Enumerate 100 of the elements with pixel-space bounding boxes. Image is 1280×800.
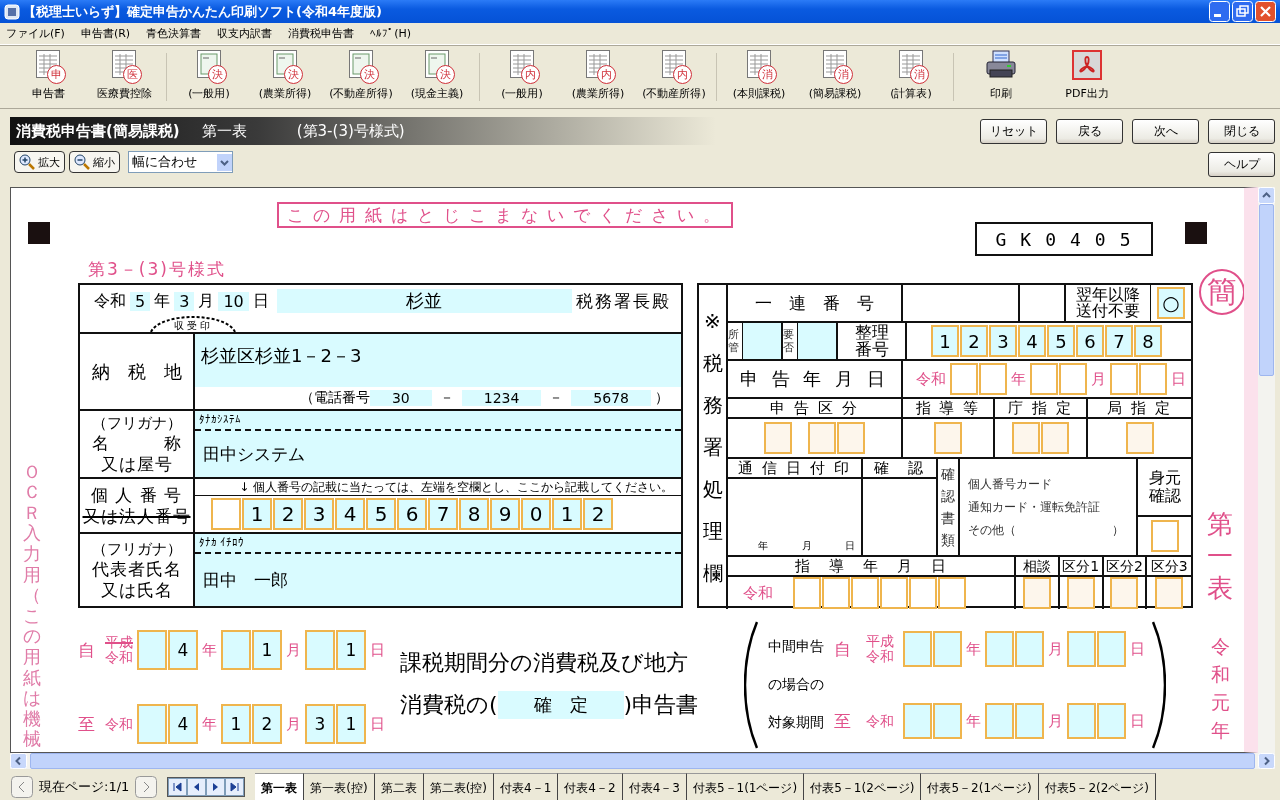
digit-box[interactable] (903, 703, 932, 739)
digit-box[interactable]: 3 (305, 704, 335, 744)
menu-item[interactable]: 申告書(R) (80, 26, 131, 41)
toolbar-button[interactable]: 内 (不動産所得) (636, 49, 712, 105)
digit-box[interactable] (903, 631, 932, 667)
digit-box[interactable]: 7 (1105, 325, 1133, 357)
digit-box[interactable]: 5 (1047, 325, 1075, 357)
tax-office-field[interactable]: 杉並 (276, 289, 572, 313)
zoom-in-button[interactable]: 拡大 (14, 151, 65, 173)
sheet-tab[interactable]: 第一表 (255, 773, 305, 800)
digit-box[interactable] (1097, 631, 1126, 667)
digit-box[interactable]: 1 (552, 498, 582, 530)
toolbar-button[interactable]: PDF出力 (1044, 49, 1130, 105)
sheet-tab[interactable]: 付表5－2(2ページ) (1038, 773, 1157, 800)
last-tab-icon[interactable] (225, 778, 245, 796)
toolbar-button[interactable]: 決 (農業所得) (247, 49, 323, 105)
close-icon[interactable] (1255, 1, 1276, 22)
date-field[interactable]: 10 (218, 291, 249, 311)
digit-box[interactable] (985, 703, 1014, 739)
sheet-tab[interactable]: 第二表 (374, 773, 424, 800)
address-field[interactable]: 杉並区杉並1－2－3 (195, 334, 681, 387)
digit-box[interactable]: 1 (221, 704, 251, 744)
help-button[interactable]: ヘルプ (1208, 152, 1275, 177)
furigana-field[interactable]: ﾀﾅｶｼｽﾃﾑ (195, 411, 681, 431)
minimize-icon[interactable] (1209, 1, 1230, 22)
toolbar-button[interactable]: 決 (現金主義) (399, 49, 475, 105)
digit-box[interactable]: 3 (304, 498, 334, 530)
date-field[interactable]: 3 (174, 291, 195, 311)
digit-box[interactable] (1015, 631, 1044, 667)
first-tab-icon[interactable] (168, 778, 188, 796)
next-tab-icon[interactable] (206, 778, 226, 796)
digit-box[interactable]: 1 (252, 630, 282, 670)
vertical-scrollbar[interactable] (1258, 187, 1275, 753)
phone-field[interactable]: 1234 (461, 390, 542, 406)
scroll-up-icon[interactable] (1258, 187, 1275, 204)
digit-box[interactable] (1015, 703, 1044, 739)
nav-button[interactable]: 戻る (1056, 119, 1123, 144)
menu-item[interactable]: 消費税申告書 (288, 26, 355, 41)
return-type-field[interactable]: 確 定 (497, 691, 624, 719)
digit-box[interactable] (1097, 703, 1126, 739)
menu-item[interactable]: 青色決算書 (146, 26, 202, 41)
toolbar-button[interactable]: 申 申告書 (10, 49, 86, 105)
zoom-select[interactable]: 幅に合わせ (128, 151, 233, 173)
menu-item[interactable]: ファイル(F) (6, 26, 65, 41)
digit-box[interactable] (1067, 631, 1096, 667)
digit-box[interactable]: 2 (252, 704, 282, 744)
phone-field[interactable]: 30 (369, 390, 432, 406)
no-send-box[interactable]: ○ (1157, 287, 1185, 319)
digit-box[interactable]: 7 (428, 498, 458, 530)
digit-box[interactable]: 0 (521, 498, 551, 530)
digit-box[interactable]: 8 (459, 498, 489, 530)
digit-box[interactable] (211, 498, 241, 530)
digit-box[interactable]: 1 (931, 325, 959, 357)
toolbar-button[interactable]: 印刷 (958, 49, 1044, 105)
digit-box[interactable]: 6 (1076, 325, 1104, 357)
digit-box[interactable]: 2 (583, 498, 613, 530)
previous-tab-icon[interactable] (187, 778, 207, 796)
digit-box[interactable]: 8 (1134, 325, 1162, 357)
digit-box[interactable]: 4 (168, 704, 198, 744)
scroll-left-icon[interactable] (10, 753, 27, 769)
nav-button[interactable]: 閉じる (1208, 119, 1275, 144)
menu-item[interactable]: 収支内訳書 (217, 26, 273, 41)
toolbar-button[interactable]: 消 (本則課税) (721, 49, 797, 105)
nav-button[interactable]: 次へ (1132, 119, 1199, 144)
scroll-right-icon[interactable] (1258, 753, 1275, 769)
toolbar-button[interactable]: 内 (一般用) (484, 49, 560, 105)
digit-box[interactable] (137, 704, 167, 744)
name-field[interactable]: 田中 一郎 (195, 554, 681, 606)
digit-box[interactable] (221, 630, 251, 670)
digit-box[interactable] (1067, 703, 1096, 739)
toolbar-button[interactable]: 医 医療費控除 (86, 49, 162, 105)
date-field[interactable]: 5 (130, 291, 151, 311)
toolbar-button[interactable]: 消 (簡易課税) (797, 49, 873, 105)
previous-page-icon[interactable] (11, 776, 33, 798)
sheet-tab[interactable]: 付表5－1(2ページ) (804, 773, 922, 800)
digit-box[interactable]: 5 (366, 498, 396, 530)
sheet-tab[interactable]: 第一表(控) (304, 773, 375, 800)
digit-box[interactable]: 6 (397, 498, 427, 530)
digit-box[interactable]: 2 (960, 325, 988, 357)
digit-box[interactable] (137, 630, 167, 670)
menu-item[interactable]: ﾍﾙﾌﾟ(H) (370, 27, 411, 40)
zoom-out-button[interactable]: 縮小 (69, 151, 120, 173)
toolbar-button[interactable]: 内 (農業所得) (560, 49, 636, 105)
sheet-tab[interactable]: 付表4－1 (494, 773, 559, 800)
sheet-tab[interactable]: 第二表(控) (423, 773, 495, 800)
sheet-tab[interactable]: 付表5－1(1ページ) (686, 773, 805, 800)
digit-box[interactable]: 3 (989, 325, 1017, 357)
next-page-icon[interactable] (135, 776, 158, 798)
phone-field[interactable]: 5678 (571, 390, 651, 406)
digit-box[interactable]: 2 (273, 498, 303, 530)
digit-box[interactable] (305, 630, 335, 670)
sheet-tab[interactable]: 付表4－2 (558, 773, 623, 800)
scroll-thumb[interactable] (1259, 204, 1274, 376)
digit-box[interactable]: 9 (490, 498, 520, 530)
toolbar-button[interactable]: 決 (一般用) (171, 49, 247, 105)
toolbar-button[interactable]: 消 (計算表) (873, 49, 949, 105)
digit-box[interactable]: 1 (242, 498, 272, 530)
furigana-field[interactable]: ﾀﾅｶ ｲﾁﾛｳ (195, 534, 681, 554)
digit-box[interactable]: 1 (336, 630, 366, 670)
digit-box[interactable] (933, 631, 962, 667)
